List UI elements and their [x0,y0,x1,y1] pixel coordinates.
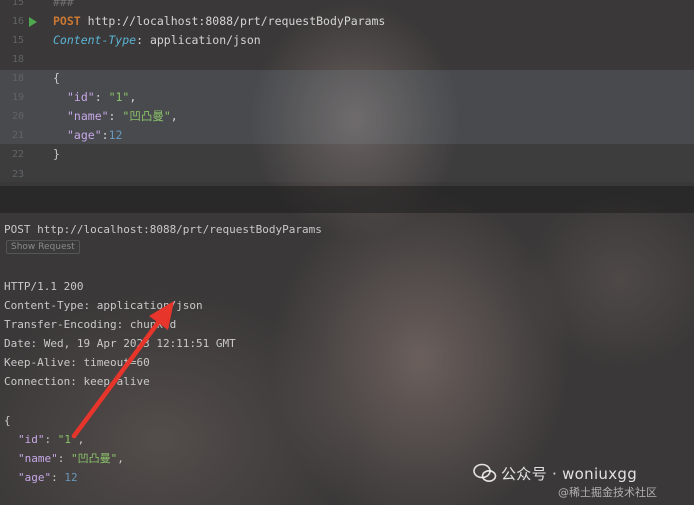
editor-line: 15 ### [0,0,694,12]
editor-line: 23 [0,165,694,184]
separator-comment: ### [53,0,74,9]
line-number: 20 [11,111,24,122]
line-number: 21 [11,130,24,141]
panel-divider [0,186,694,213]
run-request-icon[interactable] [29,17,37,27]
header-name: Content-Type [53,33,137,47]
line-number: 15 [11,0,24,8]
response-json-value: 12 [64,471,78,484]
response-json-row: "age": 12 [18,471,78,484]
watermark-subtitle: @稀土掘金技术社区 [558,486,657,499]
request-url: http://localhost:8088/prt/requestBodyPar… [87,14,386,28]
wechat-icon [473,463,497,482]
editor-line: 20 "name": "凹凸曼", [0,107,694,126]
json-key: "name" [67,109,109,123]
json-close-brace: } [53,147,60,161]
editor-line: 18 [0,50,694,69]
response-json-value: "凹凸曼" [71,452,118,465]
editor-line: 18 { [0,69,694,88]
response-json-key: "name" [18,452,58,465]
editor-line: 19 "id": "1", [0,88,694,107]
line-number: 18 [11,73,24,84]
json-key: "id" [67,90,95,104]
response-json-key: "id" [18,433,45,446]
line-number: 18 [11,54,24,65]
http-request-editor[interactable]: 15 ### 16 POST http://localhost:8088/prt… [0,0,694,184]
line-number: 19 [11,92,24,103]
header-value: application/json [149,33,261,47]
show-request-button[interactable]: Show Request [6,240,80,254]
editor-line: 15 Content-Type: application/json [0,31,694,50]
line-number: 23 [11,169,24,180]
response-header: Connection: keep-alive [4,375,150,388]
editor-line: 22 } [0,145,694,164]
editor-line: 21 "age":12 [0,126,694,145]
editor-line: 16 POST http://localhost:8088/prt/reques… [0,12,694,31]
response-json-value: "1" [57,433,78,446]
response-request-line: POST http://localhost:8088/prt/requestBo… [4,223,322,236]
response-json-key: "age" [18,471,52,484]
json-value: 12 [108,128,123,142]
request-method: POST [53,14,81,28]
json-value: "凹凸曼" [122,109,171,123]
response-header: Date: Wed, 19 Apr 2023 12:11:51 GMT [4,337,236,350]
line-number: 22 [11,149,24,160]
response-json-open-brace: { [4,414,11,427]
json-open-brace: { [53,71,60,85]
line-number: 16 [11,16,24,27]
response-header: Content-Type: application/json [4,299,203,312]
line-number: 15 [11,35,24,46]
response-header: Keep-Alive: timeout=60 [4,356,150,369]
response-json-row: "id": "1", [18,433,85,446]
response-json-row: "name": "凹凸曼", [18,452,124,465]
json-key: "age" [67,128,102,142]
response-header: Transfer-Encoding: chunked [4,318,177,331]
json-value: "1" [108,90,130,104]
watermark-title: 公众号 · woniuxgg [501,465,638,483]
response-status: HTTP/1.1 200 [4,280,84,293]
